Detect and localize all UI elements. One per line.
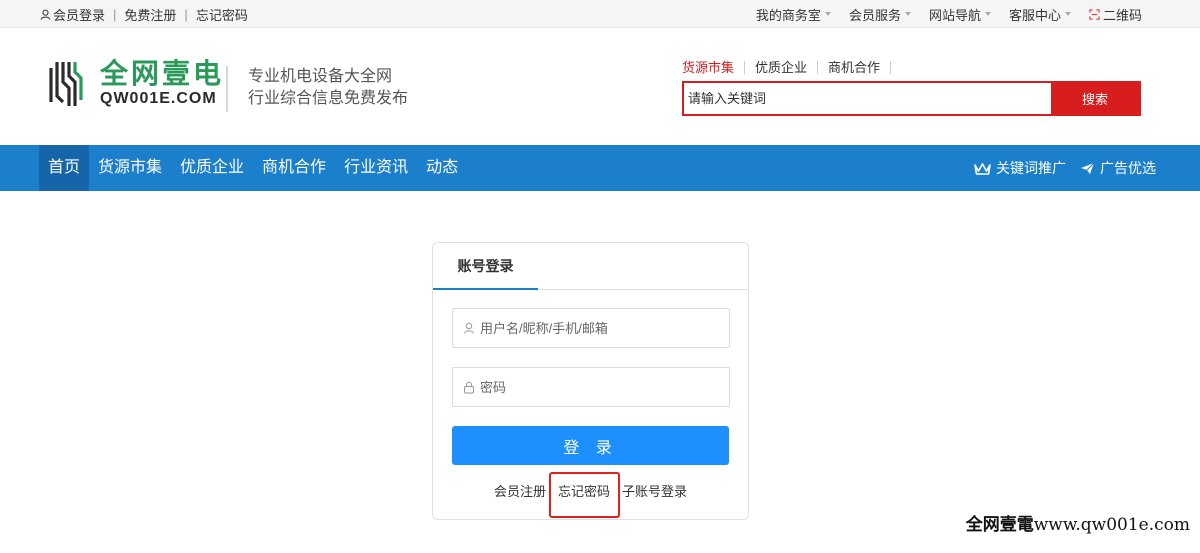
free-register-link[interactable]: 免费注册 xyxy=(124,5,176,24)
qr-code-label: 二维码 xyxy=(1102,7,1142,23)
nav-item-business-cooperation[interactable]: 商机合作 xyxy=(253,145,335,191)
nav-item-supply-market[interactable]: 货源市集 xyxy=(89,145,171,191)
username-field[interactable] xyxy=(452,308,730,348)
search-tab-companies[interactable]: 优质企业 xyxy=(745,60,819,74)
login-card: 账号登录 登 录 会员注册 忘记密码 子账号登录 xyxy=(432,242,749,520)
top-bar-right: 我的商务室 会员服务 网站导航 客服中心 二维码 xyxy=(738,0,1142,28)
site-nav-label: 网站导航 xyxy=(928,7,981,23)
watermark: 全网壹電www.qw001e.com xyxy=(966,510,1190,535)
divider: | xyxy=(184,6,188,22)
watermark-url: www.qw001e.com xyxy=(1033,515,1190,535)
sub-account-login-link[interactable]: 子账号登录 xyxy=(622,481,687,500)
chevron-down-icon xyxy=(904,12,911,16)
logo-chinese-name: 全网壹电 xyxy=(100,58,225,89)
slogan: 专业机电设备大全网 行业综合信息免费发布 xyxy=(226,66,408,112)
search-button[interactable]: 搜索 xyxy=(1051,83,1139,114)
nav-right: 关键词推广 广告优选 xyxy=(960,145,1156,191)
crown-icon xyxy=(974,162,991,175)
ad-selection-link[interactable]: 广告优选 xyxy=(1080,158,1156,178)
nav-item-industry-news[interactable]: 行业资讯 xyxy=(335,145,417,191)
my-business-label: 我的商务室 xyxy=(755,7,821,23)
login-links: 会员注册 忘记密码 子账号登录 xyxy=(433,481,748,500)
paper-plane-icon xyxy=(1081,162,1095,174)
lock-icon xyxy=(464,381,474,393)
tab-account-login[interactable]: 账号登录 xyxy=(433,243,538,290)
site-logo[interactable]: 全网壹电 QW001E.COM xyxy=(48,58,224,110)
customer-service-menu[interactable]: 客服中心 xyxy=(1009,5,1071,24)
login-button[interactable]: 登 录 xyxy=(452,426,729,465)
logo-mark-icon xyxy=(49,62,83,106)
header: 全网壹电 QW001E.COM 专业机电设备大全网 行业综合信息免费发布 货源市… xyxy=(0,28,1200,144)
qr-code-link[interactable]: 二维码 xyxy=(1089,5,1142,24)
register-link[interactable]: 会员注册 xyxy=(494,481,546,500)
forgot-password-link[interactable]: 忘记密码 xyxy=(558,481,610,500)
nav-item-updates[interactable]: 动态 xyxy=(417,145,467,191)
username-input[interactable] xyxy=(480,320,729,336)
member-service-label: 会员服务 xyxy=(848,7,901,23)
search-tabs: 货源市集 优质企业 商机合作 xyxy=(682,58,1142,76)
password-input[interactable] xyxy=(480,379,729,395)
logo-domain: QW001E.COM xyxy=(100,90,217,107)
chevron-down-icon xyxy=(984,12,991,16)
my-business-menu[interactable]: 我的商务室 xyxy=(756,5,831,24)
login-tabs: 账号登录 xyxy=(433,243,748,290)
forgot-password-link[interactable]: 忘记密码 xyxy=(196,5,248,24)
top-bar-left: 会员登录 | 免费注册 | 忘记密码 xyxy=(40,0,248,28)
customer-service-label: 客服中心 xyxy=(1008,7,1061,23)
nav-item-home[interactable]: 首页 xyxy=(39,145,90,191)
slogan-line-2: 行业综合信息免费发布 xyxy=(248,90,409,107)
logo-text: 全网壹电 QW001E.COM xyxy=(100,59,224,109)
divider: | xyxy=(113,6,117,22)
user-icon xyxy=(40,9,51,20)
watermark-brand: 全网壹電 xyxy=(965,515,1034,535)
search-tab-business[interactable]: 商机合作 xyxy=(818,60,892,74)
chevron-down-icon xyxy=(1064,12,1071,16)
search-input[interactable] xyxy=(684,83,1051,114)
member-login-link[interactable]: 会员登录 xyxy=(53,5,105,24)
member-service-menu[interactable]: 会员服务 xyxy=(849,5,911,24)
keyword-promotion-link[interactable]: 关键词推广 xyxy=(974,158,1066,178)
user-icon xyxy=(463,322,475,334)
top-bar: 会员登录 | 免费注册 | 忘记密码 我的商务室 会员服务 网站导航 客服中心 … xyxy=(0,0,1200,28)
password-field[interactable] xyxy=(452,367,730,407)
nav-item-quality-companies[interactable]: 优质企业 xyxy=(171,145,253,191)
search-tab-supply[interactable]: 货源市集 xyxy=(682,60,746,74)
ad-selection-label: 广告优选 xyxy=(1100,160,1156,176)
chevron-down-icon xyxy=(824,12,831,16)
keyword-promotion-label: 关键词推广 xyxy=(996,160,1066,176)
nav-items: 首页 货源市集 优质企业 商机合作 行业资讯 动态 xyxy=(39,145,467,191)
search-area: 货源市集 优质企业 商机合作 搜索 xyxy=(682,58,1142,116)
search-box: 搜索 xyxy=(682,81,1141,116)
qr-code-icon xyxy=(1089,8,1100,20)
site-nav-menu[interactable]: 网站导航 xyxy=(929,5,991,24)
slogan-line-1: 专业机电设备大全网 xyxy=(248,68,393,85)
main-nav: 首页 货源市集 优质企业 商机合作 行业资讯 动态 关键词推广 广告优选 xyxy=(0,145,1200,191)
